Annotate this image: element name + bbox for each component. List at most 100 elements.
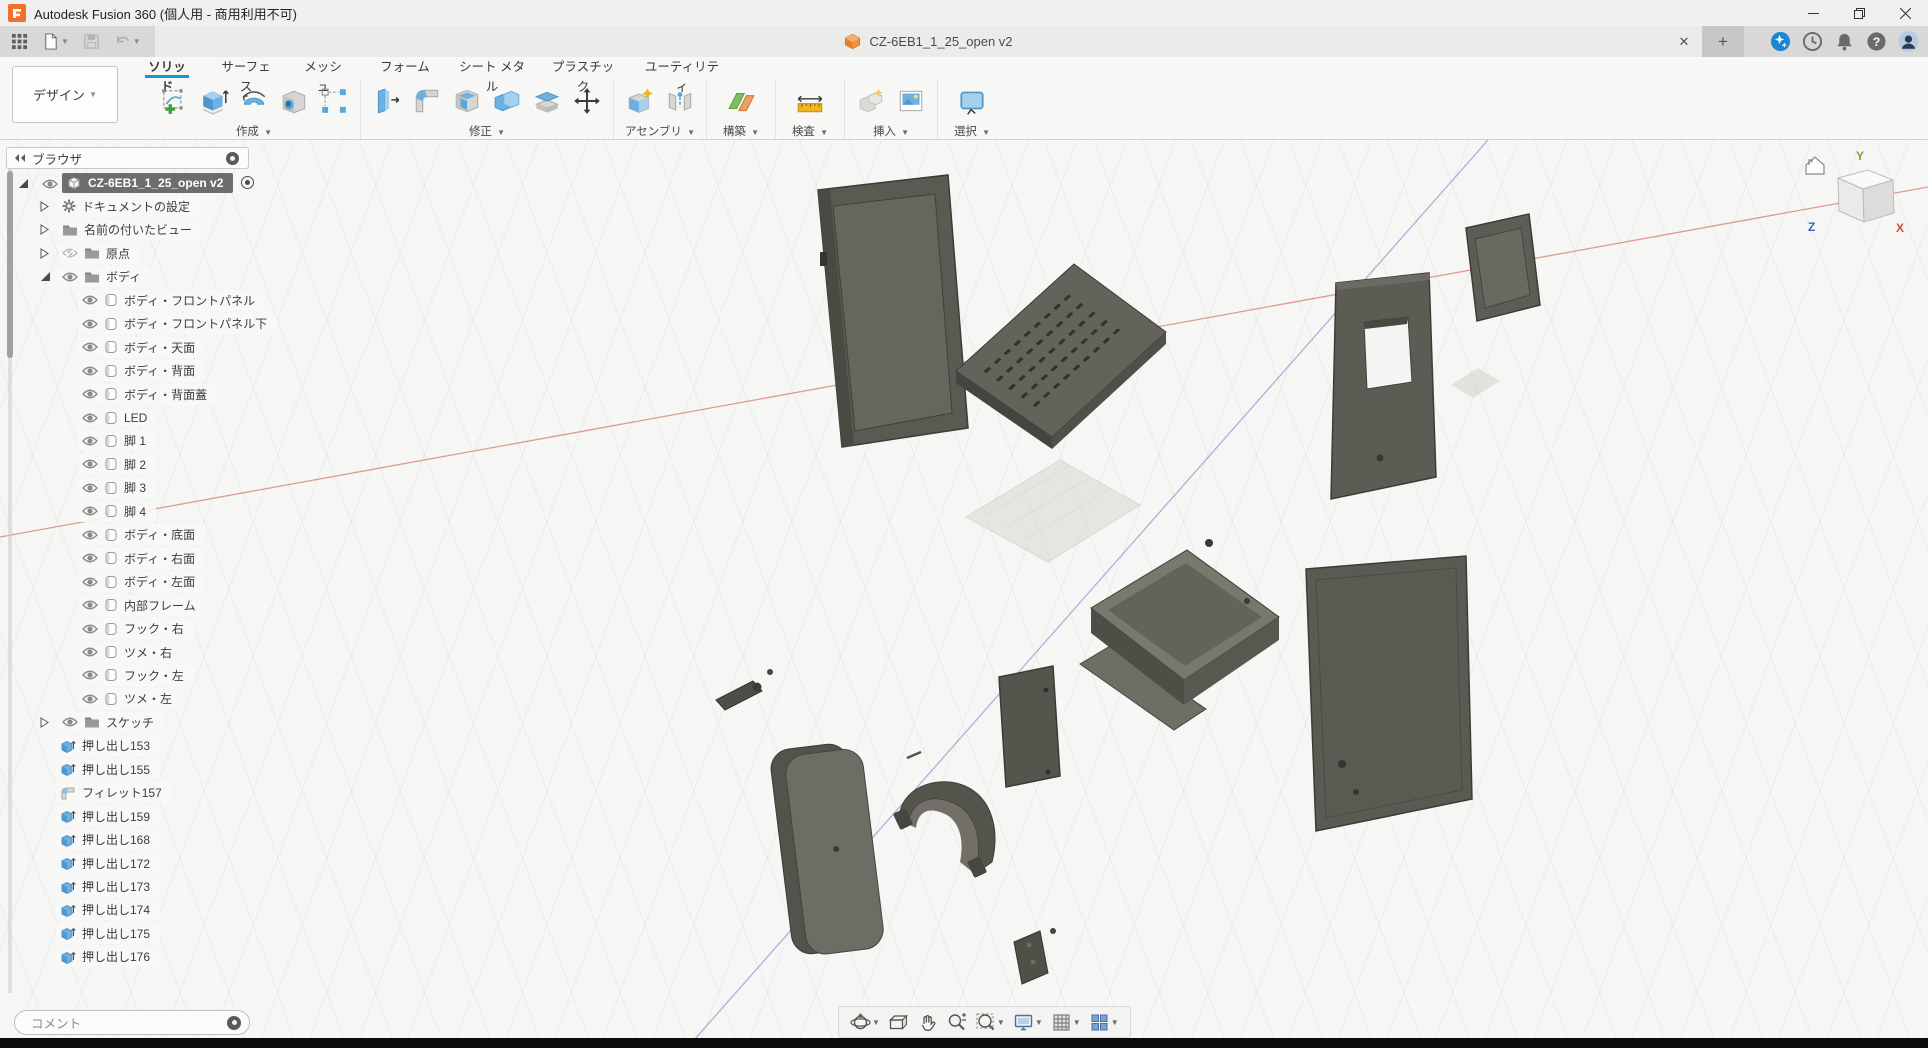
tree-body-chip[interactable]: ボディ・背面蓋 bbox=[78, 384, 217, 405]
tree-feature-chip[interactable]: 押し出し174 bbox=[56, 899, 160, 920]
tree-body-chip[interactable]: 脚 3 bbox=[78, 477, 156, 498]
joint-button[interactable] bbox=[660, 80, 700, 122]
ribbon-tab-6[interactable]: ユーティリティ bbox=[644, 57, 720, 78]
new-component-button[interactable] bbox=[620, 80, 660, 122]
ribbon-group-label[interactable]: 修正 ▼ bbox=[469, 123, 505, 139]
tree-body-chip[interactable]: ボディ・底面 bbox=[78, 524, 205, 545]
help-icon[interactable]: ? bbox=[1865, 30, 1888, 53]
tree-body-chip[interactable]: フック・右 bbox=[78, 618, 194, 639]
ribbon-group-label[interactable]: アセンブリ ▼ bbox=[625, 123, 695, 139]
ribbon-group-label[interactable]: 選択 ▼ bbox=[954, 123, 990, 139]
eye-icon[interactable] bbox=[42, 178, 58, 190]
tree-group-chip[interactable]: 名前の付いたビュー bbox=[58, 219, 202, 240]
tree-feature-chip[interactable]: 押し出し159 bbox=[56, 806, 160, 827]
eye-icon[interactable] bbox=[82, 435, 98, 447]
app-grid-button[interactable] bbox=[6, 29, 33, 55]
tree-body-chip[interactable]: 脚 1 bbox=[78, 430, 156, 451]
viewport-3d[interactable]: Y X Z ブラウザ CZ-6EB1_1_25_open v2 bbox=[0, 140, 1928, 1038]
tree-body-chip[interactable]: ボディ・フロントパネル下 bbox=[78, 313, 277, 334]
save-button[interactable] bbox=[78, 29, 105, 55]
rectangular-pattern-button[interactable] bbox=[314, 80, 354, 122]
viewports-button[interactable]: ▼ bbox=[1085, 1008, 1123, 1036]
tree-body-chip[interactable]: 内部フレーム bbox=[78, 595, 206, 616]
expand-arrow-icon[interactable] bbox=[40, 271, 51, 282]
ribbon-group-label[interactable]: 構築 ▼ bbox=[723, 123, 759, 139]
ribbon-group-label[interactable]: 作成 ▼ bbox=[236, 123, 272, 139]
eye-icon[interactable] bbox=[82, 412, 98, 424]
part-small-bar-bottom[interactable] bbox=[1014, 928, 1056, 984]
revolve-button[interactable] bbox=[234, 80, 274, 122]
move-button[interactable] bbox=[567, 80, 607, 122]
fillet-button[interactable] bbox=[407, 80, 447, 122]
browser-header[interactable]: ブラウザ bbox=[6, 147, 249, 169]
eye-icon[interactable] bbox=[82, 458, 98, 470]
part-front-panel[interactable] bbox=[818, 175, 968, 447]
window-close-button[interactable] bbox=[1882, 0, 1928, 26]
expand-arrow-icon[interactable] bbox=[18, 178, 29, 189]
panel-remove-icon[interactable] bbox=[226, 152, 239, 165]
fit-button[interactable]: ▼ bbox=[971, 1008, 1009, 1036]
ribbon-tab-2[interactable]: メッシュ bbox=[299, 57, 347, 78]
insert-canvas-button[interactable] bbox=[891, 80, 931, 122]
ribbon-tab-3[interactable]: フォーム bbox=[379, 57, 431, 78]
part-small-bar-left[interactable] bbox=[716, 669, 773, 710]
select-window-button[interactable] bbox=[952, 80, 992, 122]
pan-button[interactable] bbox=[913, 1008, 942, 1036]
eye-icon[interactable] bbox=[82, 482, 98, 494]
collapse-arrow-icon[interactable] bbox=[40, 717, 49, 728]
collapse-panel-icon[interactable] bbox=[14, 153, 26, 163]
window-maximize-button[interactable] bbox=[1836, 0, 1882, 26]
activate-component-radio[interactable] bbox=[241, 176, 254, 189]
eye-icon[interactable] bbox=[82, 294, 98, 306]
tree-body-chip[interactable]: ボディ・右面 bbox=[78, 548, 205, 569]
eye-icon[interactable] bbox=[82, 599, 98, 611]
ribbon-tab-1[interactable]: サーフェス bbox=[217, 57, 275, 78]
tree-body-chip[interactable]: ボディ・天面 bbox=[78, 337, 205, 358]
ribbon-group-label[interactable]: 検査 ▼ bbox=[792, 123, 828, 139]
part-tray[interactable] bbox=[1080, 539, 1279, 730]
tree-body-chip[interactable]: LED bbox=[78, 409, 157, 427]
tree-feature-chip[interactable]: 押し出し173 bbox=[56, 876, 160, 897]
comment-remove-icon[interactable] bbox=[227, 1016, 241, 1030]
part-side-panel-right[interactable] bbox=[1306, 556, 1472, 831]
ribbon-tab-4[interactable]: シート メタル bbox=[454, 57, 530, 78]
part-rounded-slab[interactable] bbox=[769, 740, 886, 958]
eye-icon[interactable] bbox=[82, 318, 98, 330]
tree-body-chip[interactable]: 脚 4 bbox=[78, 501, 156, 522]
tree-body-chip[interactable]: 脚 2 bbox=[78, 454, 156, 475]
eye-icon[interactable] bbox=[82, 388, 98, 400]
part-ghost-plate[interactable] bbox=[966, 460, 1140, 562]
part-small-panel[interactable] bbox=[1466, 214, 1540, 321]
look-at-button[interactable] bbox=[884, 1008, 913, 1036]
part-curved-bracket[interactable] bbox=[893, 782, 995, 878]
zoom-button[interactable] bbox=[942, 1008, 971, 1036]
construction-plane-button[interactable] bbox=[721, 80, 761, 122]
avatar-icon[interactable] bbox=[1897, 30, 1920, 53]
window-minimize-button[interactable] bbox=[1790, 0, 1836, 26]
orbit-button[interactable]: ▼ bbox=[846, 1008, 884, 1036]
collapse-arrow-icon[interactable] bbox=[40, 224, 49, 235]
eye-icon[interactable] bbox=[62, 716, 78, 728]
file-new-button[interactable]: ▼ bbox=[37, 29, 74, 55]
tree-group-chip[interactable]: ドキュメントの設定 bbox=[58, 196, 200, 217]
collapse-arrow-icon[interactable] bbox=[40, 201, 49, 212]
eye-icon[interactable] bbox=[82, 693, 98, 705]
eye-icon[interactable] bbox=[82, 341, 98, 353]
tree-feature-chip[interactable]: 押し出し153 bbox=[56, 735, 160, 756]
tree-feature-chip[interactable]: 押し出し168 bbox=[56, 829, 160, 850]
undo-button[interactable]: ▼ bbox=[109, 29, 146, 55]
browser-scrollbar-thumb[interactable] bbox=[7, 171, 13, 358]
eye-icon[interactable] bbox=[82, 576, 98, 588]
root-component-row[interactable]: CZ-6EB1_1_25_open v2 bbox=[62, 173, 233, 193]
tree-feature-chip[interactable]: 押し出し176 bbox=[56, 946, 160, 967]
comment-box[interactable]: コメント bbox=[14, 1010, 250, 1035]
ribbon-tab-0[interactable]: ソリッド bbox=[145, 57, 189, 78]
document-tab[interactable]: CZ-6EB1_1_25_open v2 ✕ bbox=[155, 26, 1702, 57]
eye-icon[interactable] bbox=[82, 529, 98, 541]
collapse-arrow-icon[interactable] bbox=[40, 248, 49, 259]
eye-icon[interactable] bbox=[82, 623, 98, 635]
eye-icon[interactable] bbox=[82, 505, 98, 517]
eye-icon[interactable] bbox=[82, 552, 98, 564]
part-tiny-pin[interactable] bbox=[907, 752, 921, 758]
eye-icon[interactable] bbox=[82, 365, 98, 377]
